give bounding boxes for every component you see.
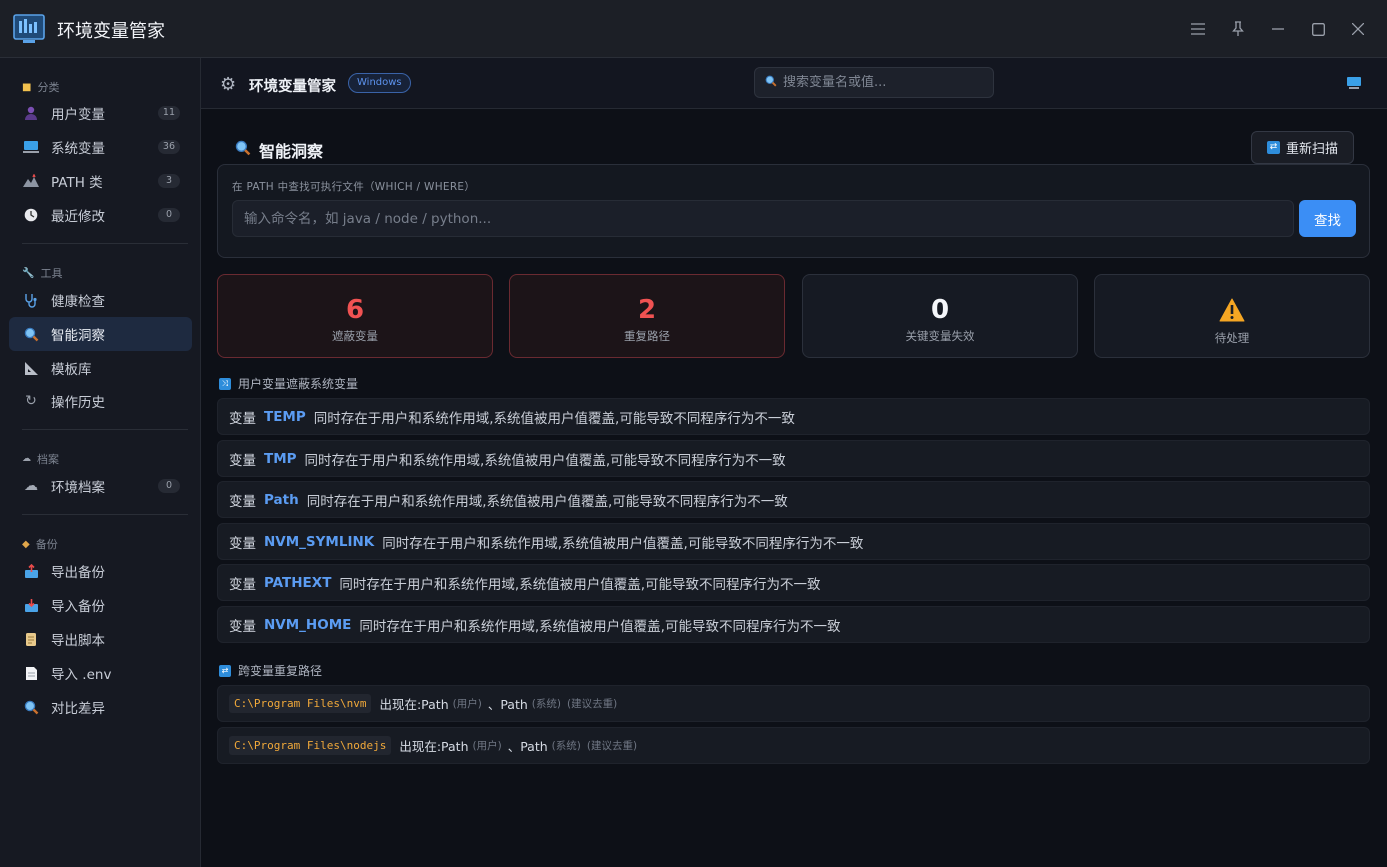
shadow-row[interactable]: 变量 TEMP 同时存在于用户和系统作用域,系统值被用户值覆盖,可能导致不同程序… xyxy=(217,398,1370,435)
section-head-archives: ☁ 档案 xyxy=(22,453,59,466)
clock-icon xyxy=(23,207,39,223)
count-badge: 3 xyxy=(158,174,180,188)
duplicate-path-row[interactable]: C:\Program Files\nvm 出现在:Path (用户) 、Path… xyxy=(217,685,1370,722)
gear-icon: ⚙ xyxy=(220,74,237,95)
which-finder-panel: 在 PATH 中查找可执行文件（WHICH / WHERE） 查找 xyxy=(217,164,1370,258)
magnifier-icon xyxy=(235,140,251,160)
monitor-icon[interactable] xyxy=(1346,75,1362,91)
minimize-icon[interactable] xyxy=(1266,17,1290,41)
app-title: 环境变量管家 xyxy=(57,21,165,42)
main-header: ⚙ 环境变量管家 Windows xyxy=(201,58,1387,109)
warning-icon xyxy=(1219,298,1245,322)
sidebar-item-import-env[interactable]: 导入 .env xyxy=(9,656,192,690)
sidebar-item-health[interactable]: 健康检查 xyxy=(9,283,192,317)
divider xyxy=(22,514,188,515)
section-head-categories: ■ 分类 xyxy=(22,81,60,94)
divider xyxy=(22,429,188,430)
app-logo-icon xyxy=(13,14,45,43)
magnifier-icon xyxy=(23,699,39,715)
maximize-icon[interactable] xyxy=(1306,17,1330,41)
count-badge: 36 xyxy=(157,140,180,154)
sidebar-item-export-script[interactable]: 导出脚本 xyxy=(9,622,192,656)
refresh-icon: ⇄ xyxy=(1266,141,1280,154)
stethoscope-icon xyxy=(23,292,39,308)
find-button[interactable]: 查找 xyxy=(1299,200,1356,237)
section-head-tools: 🔧 工具 xyxy=(22,267,63,280)
document-icon xyxy=(23,665,39,681)
cloud-icon: ☁ xyxy=(22,454,31,464)
sidebar-item-user-vars[interactable]: 用户变量 11 xyxy=(9,96,192,130)
stat-card-invalid[interactable]: 0 关键变量失效 xyxy=(802,274,1078,358)
title-bar: 环境变量管家 xyxy=(0,0,1387,58)
shadow-row[interactable]: 变量 PATHEXT 同时存在于用户和系统作用域,系统值被用户值覆盖,可能导致不… xyxy=(217,564,1370,601)
history-icon: ↻ xyxy=(25,393,37,409)
cloud-icon: ☁ xyxy=(24,478,38,494)
page-title: 智能洞察 xyxy=(235,138,323,162)
shuffle-icon: ⤨ xyxy=(219,377,231,390)
path-icon xyxy=(23,173,39,189)
computer-icon xyxy=(23,139,39,155)
magnifier-icon xyxy=(23,326,39,342)
box-icon: ◆ xyxy=(22,538,30,550)
repeat-icon: ⇄ xyxy=(219,664,231,677)
ruler-icon xyxy=(23,360,39,376)
search-icon xyxy=(765,75,777,90)
outbox-icon xyxy=(23,563,39,579)
rescan-button[interactable]: ⇄ 重新扫描 xyxy=(1251,131,1354,164)
sidebar-item-insights[interactable]: 智能洞察 xyxy=(9,317,192,351)
header-title: 环境变量管家 xyxy=(249,79,336,95)
wrench-icon: 🔧 xyxy=(22,267,35,279)
group-title-duplicates: ⇄ 跨变量重复路径 xyxy=(219,662,322,679)
inbox-icon xyxy=(23,597,39,613)
sidebar-item-import-backup[interactable]: 导入备份 xyxy=(9,588,192,622)
group-title-shadow: ⤨ 用户变量遮蔽系统变量 xyxy=(219,375,358,392)
sidebar-item-history[interactable]: ↻ 操作历史 xyxy=(9,384,192,418)
stat-card-pending[interactable]: 待处理 xyxy=(1094,274,1370,358)
count-badge: 11 xyxy=(157,106,180,120)
path-code: C:\Program Files\nodejs xyxy=(229,736,392,755)
menu-icon[interactable] xyxy=(1186,17,1210,41)
platform-badge: Windows xyxy=(348,73,411,93)
sidebar-item-system-vars[interactable]: 系统变量 36 xyxy=(9,130,192,164)
sidebar-item-diff[interactable]: 对比差异 xyxy=(9,690,192,724)
sidebar-item-templates[interactable]: 模板库 xyxy=(9,351,192,385)
sidebar-item-recent[interactable]: 最近修改 0 xyxy=(9,198,192,232)
shadow-row[interactable]: 变量 Path 同时存在于用户和系统作用域,系统值被用户值覆盖,可能导致不同程序… xyxy=(217,481,1370,518)
sidebar-item-export-backup[interactable]: 导出备份 xyxy=(9,554,192,588)
path-code: C:\Program Files\nvm xyxy=(229,694,372,713)
scroll-icon xyxy=(23,631,39,647)
sidebar-item-path[interactable]: PATH 类 3 xyxy=(9,164,192,198)
stat-card-duplicate[interactable]: 2 重复路径 xyxy=(509,274,785,358)
shadow-row[interactable]: 变量 NVM_HOME 同时存在于用户和系统作用域,系统值被用户值覆盖,可能导致… xyxy=(217,606,1370,643)
section-head-backup: ◆ 备份 xyxy=(22,538,58,551)
count-badge: 0 xyxy=(158,208,180,222)
folder-icon: ■ xyxy=(22,81,32,93)
pin-icon[interactable] xyxy=(1226,17,1250,41)
stat-card-shadowed[interactable]: 6 遮蔽变量 xyxy=(217,274,493,358)
close-icon[interactable] xyxy=(1346,17,1370,41)
shadow-row[interactable]: 变量 NVM_SYMLINK 同时存在于用户和系统作用域,系统值被用户值覆盖,可… xyxy=(217,523,1370,560)
command-input[interactable] xyxy=(232,200,1294,237)
search-box[interactable] xyxy=(754,67,994,98)
search-input[interactable] xyxy=(783,75,973,90)
shadow-row[interactable]: 变量 TMP 同时存在于用户和系统作用域,系统值被用户值覆盖,可能导致不同程序行… xyxy=(217,440,1370,477)
duplicate-path-row[interactable]: C:\Program Files\nodejs 出现在:Path (用户) 、P… xyxy=(217,727,1370,764)
user-icon xyxy=(23,105,39,121)
divider xyxy=(22,243,188,244)
count-badge: 0 xyxy=(158,479,180,493)
finder-label: 在 PATH 中查找可执行文件（WHICH / WHERE） xyxy=(232,181,476,193)
sidebar-item-env-archives[interactable]: ☁ 环境档案 0 xyxy=(9,469,192,503)
